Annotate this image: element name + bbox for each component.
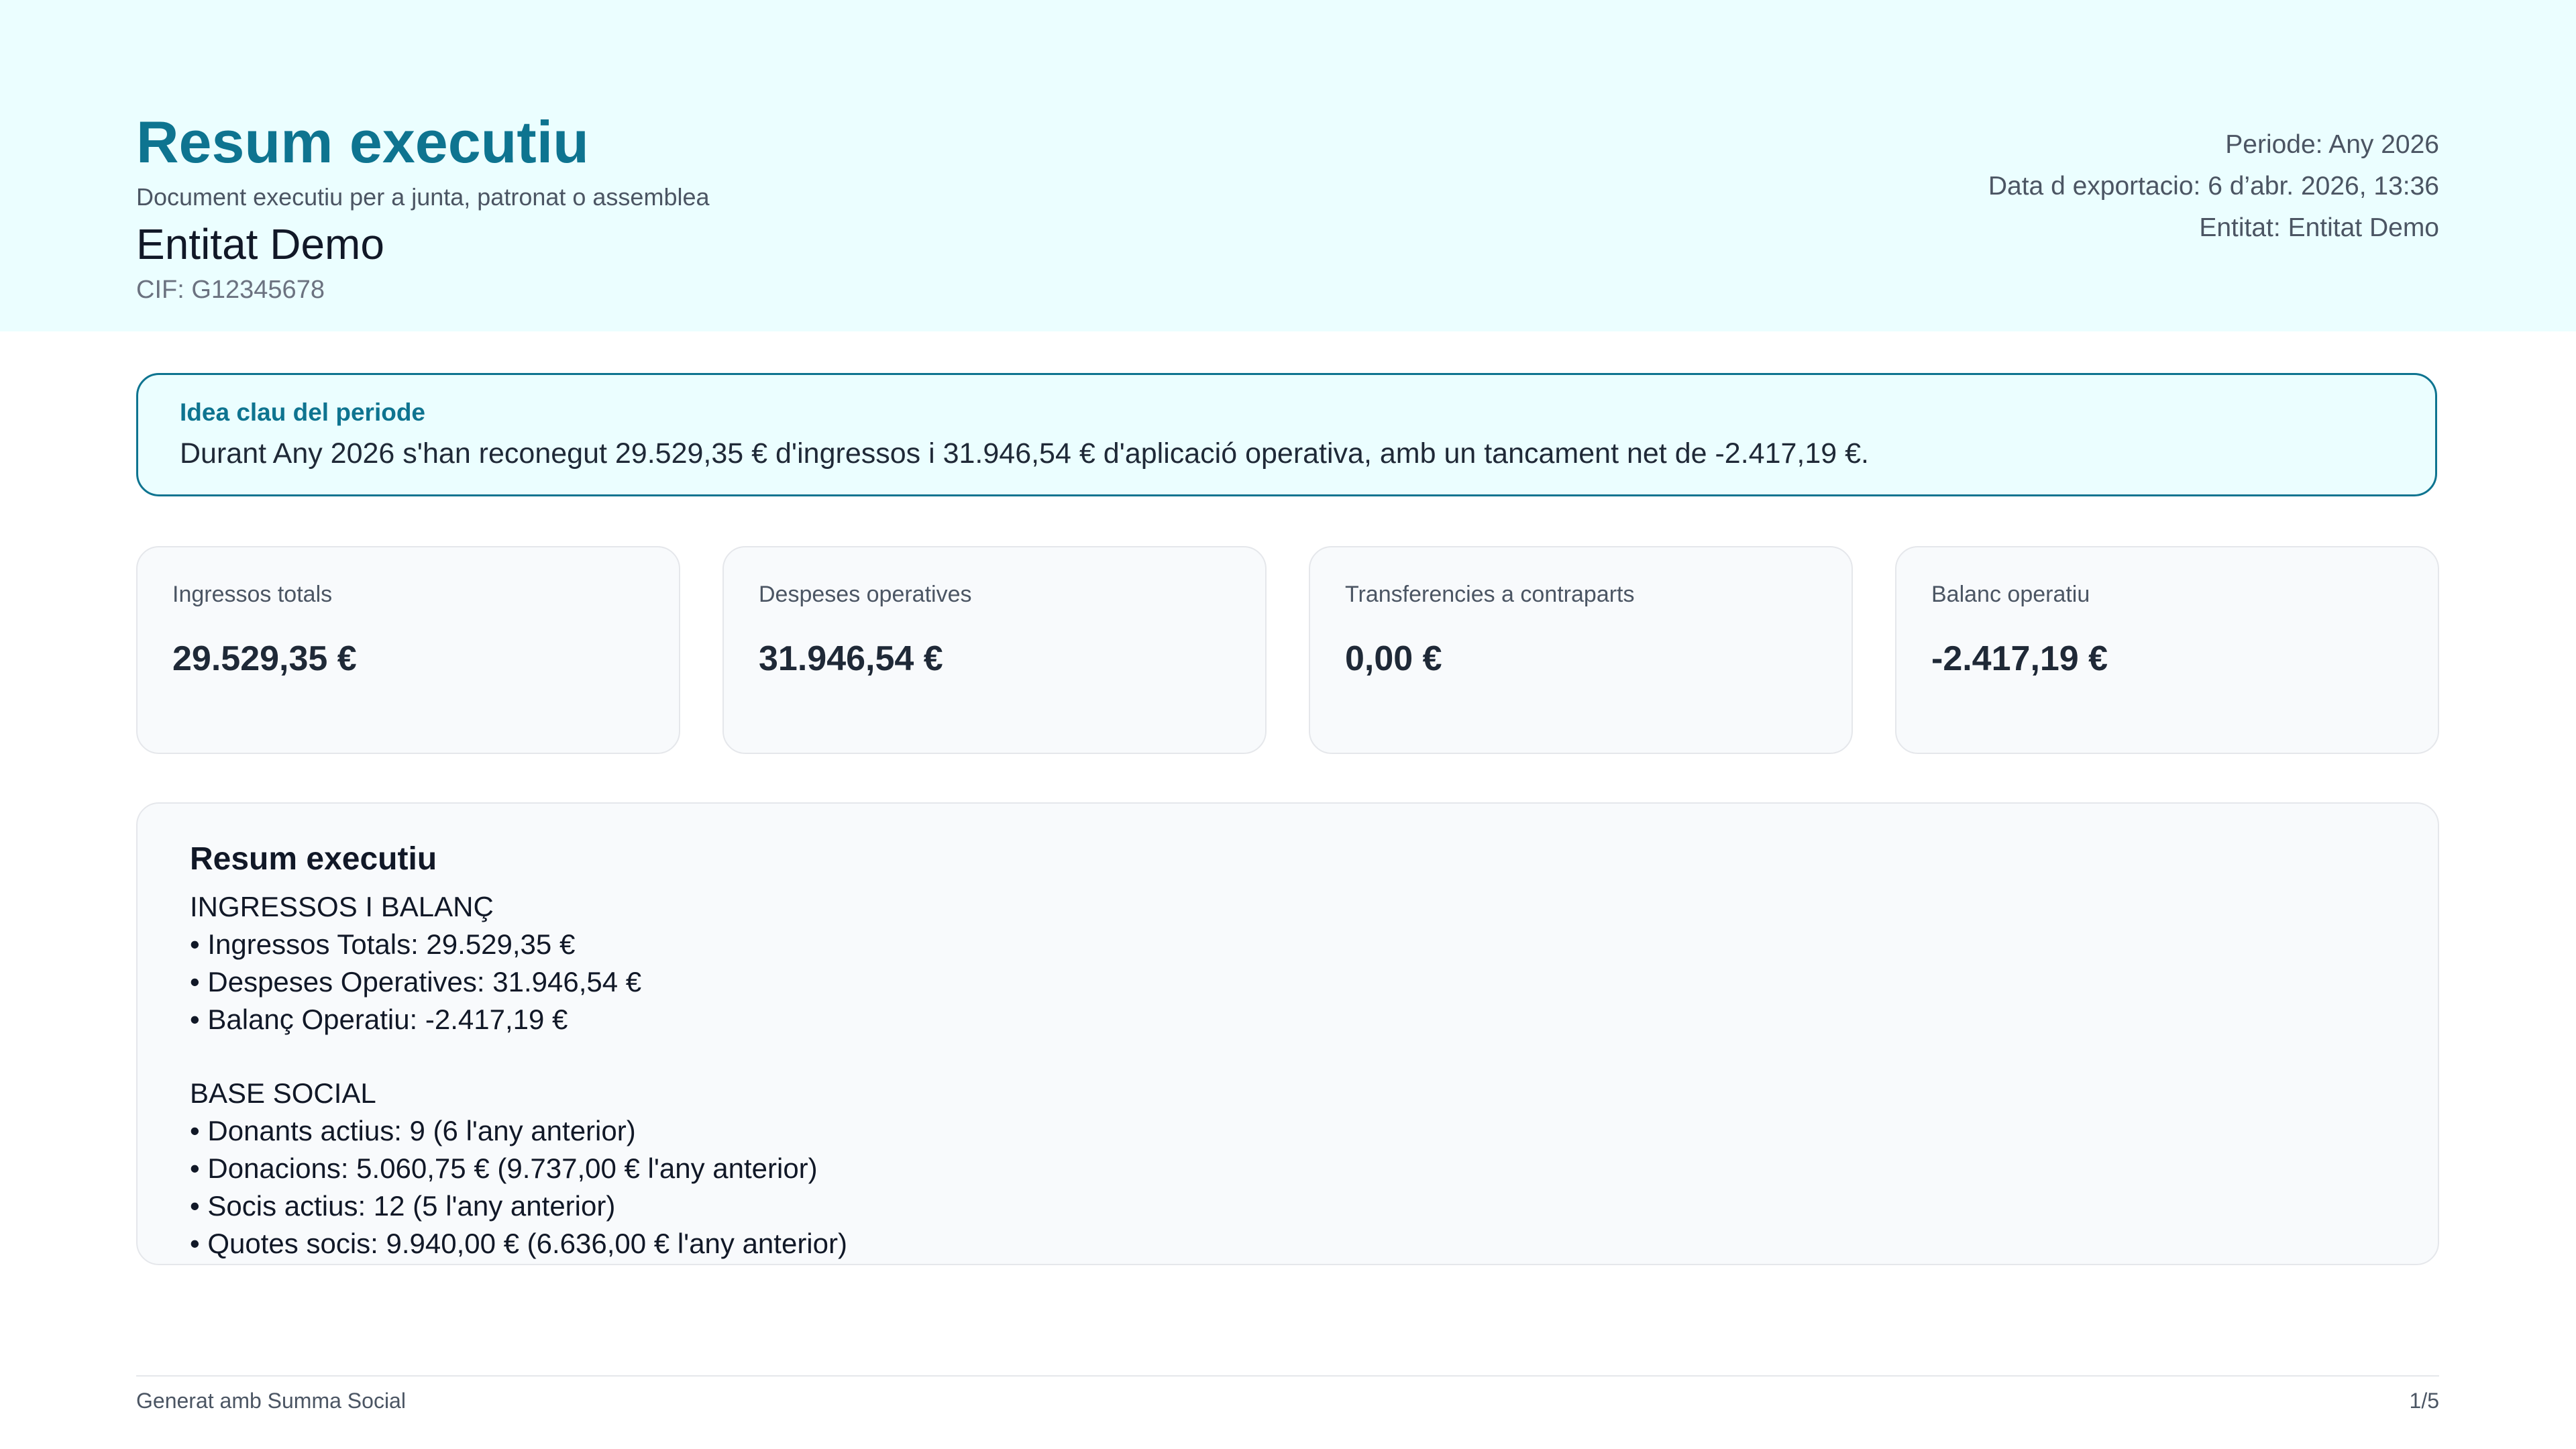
- meta-export-date: Data d exportacio: 6 d’abr. 2026, 13:36: [1988, 172, 2439, 201]
- kpi-card-operating-balance: Balanc operatiu -2.417,19 €: [1895, 546, 2439, 754]
- list-item: • Socis actius: 12 (5 l'any anterior): [190, 1189, 616, 1222]
- footer-generated-by: Generat amb Summa Social: [136, 1389, 406, 1413]
- kpi-label: Balanc operatiu: [1931, 582, 2090, 607]
- kpi-value: 31.946,54 €: [759, 639, 943, 678]
- report-meta: Periode: Any 2026 Data d exportacio: 6 d…: [1988, 127, 2439, 252]
- kpi-card-counterpart-transfers: Transferencies a contraparts 0,00 €: [1309, 546, 1853, 754]
- list-item: • Despeses Operatives: 31.946,54 €: [190, 965, 642, 998]
- section-heading: INGRESSOS I BALANÇ: [190, 890, 494, 922]
- entity-cif: CIF: G12345678: [136, 276, 325, 304]
- section-heading: BASE SOCIAL: [190, 1077, 376, 1109]
- key-idea-label: Idea clau del periode: [180, 398, 426, 426]
- key-idea-callout: Idea clau del periode Durant Any 2026 s'…: [136, 373, 2437, 496]
- list-item: • Quotes socis: 9.940,00 € (6.636,00 € l…: [190, 1227, 847, 1259]
- list-item: • Balanç Operatiu: -2.417,19 €: [190, 1003, 568, 1035]
- entity-name: Entitat Demo: [136, 220, 384, 268]
- footer-divider: [136, 1375, 2439, 1377]
- kpi-cards: Ingressos totals 29.529,35 € Despeses op…: [136, 546, 2439, 754]
- kpi-value: -2.417,19 €: [1931, 639, 2108, 678]
- key-idea-text: Durant Any 2026 s'han reconegut 29.529,3…: [180, 437, 1869, 470]
- kpi-card-operating-expenses: Despeses operatives 31.946,54 €: [722, 546, 1267, 754]
- summary-title: Resum executiu: [190, 841, 437, 877]
- list-item: • Ingressos Totals: 29.529,35 €: [190, 928, 576, 960]
- kpi-card-total-income: Ingressos totals 29.529,35 €: [136, 546, 680, 754]
- page-number: 1/5: [2409, 1389, 2439, 1413]
- summary-section-social-base: BASE SOCIAL • Donants actius: 9 (6 l'any…: [190, 1075, 2385, 1263]
- kpi-label: Despeses operatives: [759, 582, 972, 607]
- summary-section-income-balance: INGRESSOS I BALANÇ • Ingressos Totals: 2…: [190, 888, 2385, 1038]
- summary-panel: Resum executiu INGRESSOS I BALANÇ • Ingr…: [136, 802, 2439, 1265]
- meta-entity: Entitat: Entitat Demo: [2199, 213, 2439, 242]
- kpi-label: Ingressos totals: [172, 582, 333, 607]
- header-band: Resum executiu Document executiu per a j…: [0, 0, 2576, 331]
- kpi-label: Transferencies a contraparts: [1345, 582, 1635, 607]
- kpi-value: 29.529,35 €: [172, 639, 357, 678]
- meta-period: Periode: Any 2026: [2225, 130, 2439, 159]
- kpi-value: 0,00 €: [1345, 639, 1442, 678]
- executive-summary-page: Resum executiu Document executiu per a j…: [0, 0, 2576, 1449]
- page-subtitle: Document executiu per a junta, patronat …: [136, 183, 710, 211]
- page-title: Resum executiu: [136, 109, 589, 175]
- list-item: • Donacions: 5.060,75 € (9.737,00 € l'an…: [190, 1152, 818, 1184]
- list-item: • Donants actius: 9 (6 l'any anterior): [190, 1114, 636, 1146]
